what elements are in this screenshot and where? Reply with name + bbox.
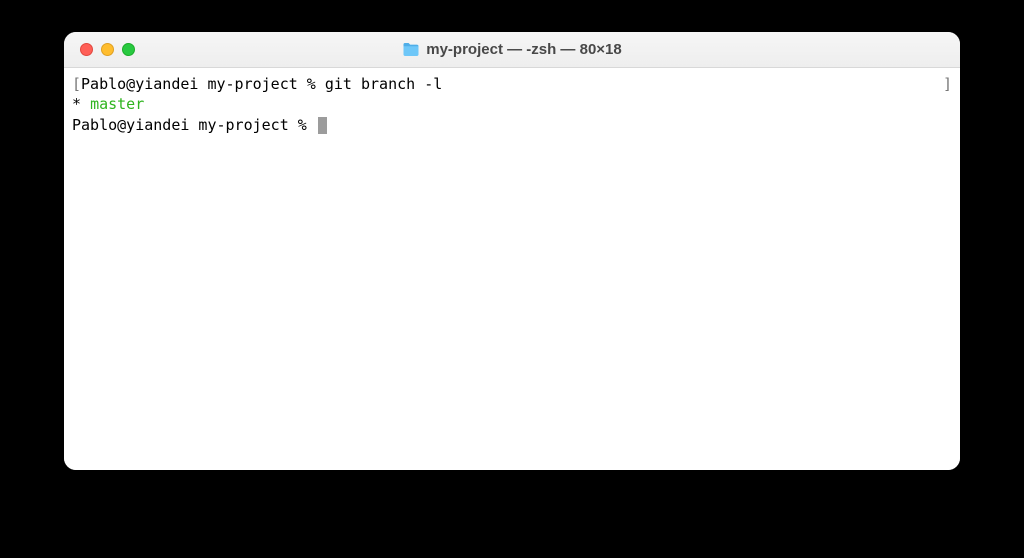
folder-icon [402, 42, 420, 57]
close-icon[interactable] [80, 43, 93, 56]
titlebar: my-project — -zsh — 80×18 [64, 32, 960, 68]
prompt-text: Pablo@yiandei my-project % [81, 75, 325, 93]
cursor-icon [318, 117, 327, 134]
terminal-line-2: * master [72, 94, 952, 114]
prompt-open-bracket: [ [72, 75, 81, 93]
terminal-line-3: Pablo@yiandei my-project % [72, 115, 952, 135]
terminal-window: my-project — -zsh — 80×18 [Pablo@yiandei… [64, 32, 960, 470]
maximize-icon[interactable] [122, 43, 135, 56]
traffic-lights [64, 43, 135, 56]
branch-marker: * [72, 95, 90, 113]
command-text: git branch -l [325, 75, 442, 93]
terminal-body[interactable]: [Pablo@yiandei my-project % git branch -… [64, 68, 960, 470]
branch-name: master [90, 95, 144, 113]
prompt-close-bracket: ] [943, 74, 952, 94]
minimize-icon[interactable] [101, 43, 114, 56]
window-title: my-project — -zsh — 80×18 [426, 41, 621, 58]
terminal-line-1: [Pablo@yiandei my-project % git branch -… [72, 74, 952, 94]
window-title-container: my-project — -zsh — 80×18 [64, 41, 960, 58]
prompt-text: Pablo@yiandei my-project % [72, 116, 316, 134]
